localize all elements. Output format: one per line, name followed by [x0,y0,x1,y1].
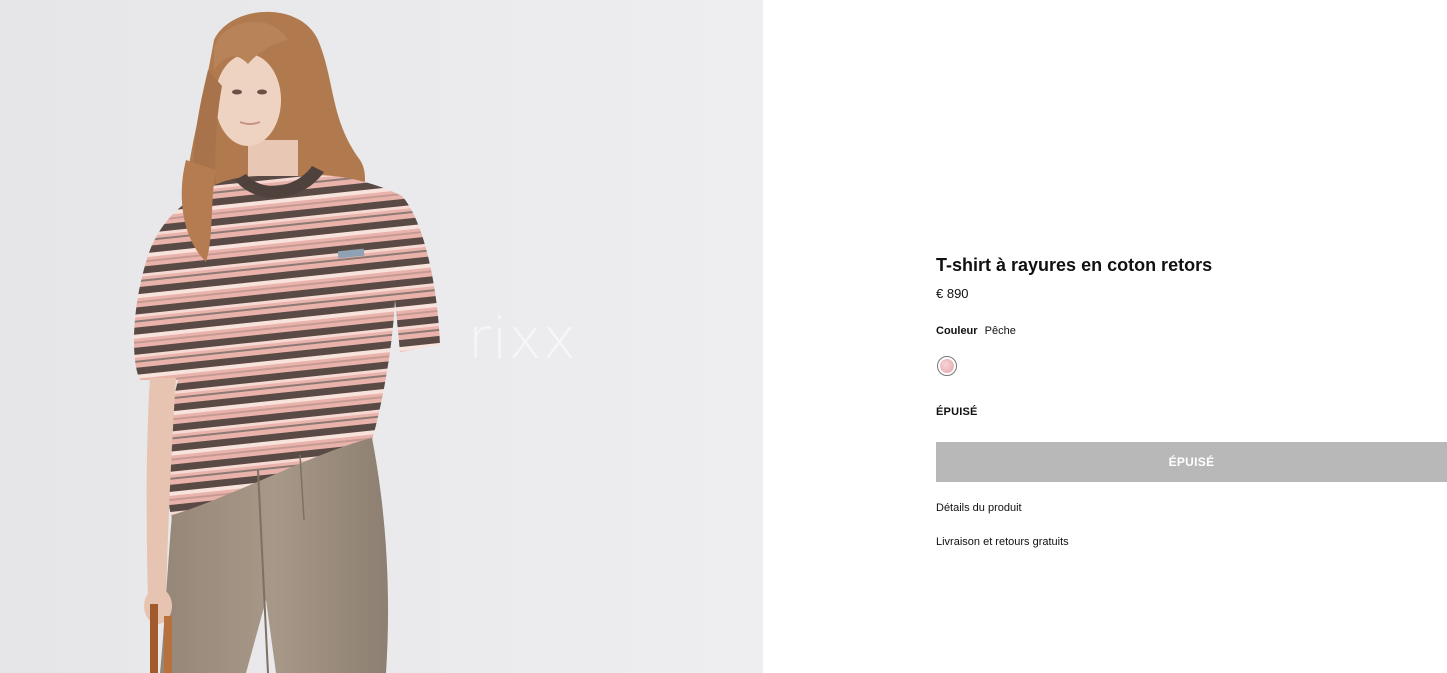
product-details-link[interactable]: Détails du produit [936,502,1022,514]
product-image[interactable]: rixx [0,0,763,673]
product-page: rixx T-shirt à rayures en coton retors €… [0,0,1447,673]
color-swatch-peche[interactable] [937,356,957,376]
color-label: Couleur [936,325,978,337]
sold-out-button[interactable]: ÉPUISÉ [936,442,1447,482]
watermark-text: rixx [468,307,577,372]
delivery-returns-link[interactable]: Livraison et retours gratuits [936,536,1069,548]
model-photo [0,0,763,673]
color-row: Couleur Pêche [936,325,1016,337]
color-value: Pêche [984,325,1016,337]
swatch-fill [940,359,954,373]
product-title: T-shirt à rayures en coton retors [936,255,1213,275]
product-info-panel: T-shirt à rayures en coton retors € 890 … [936,0,1447,673]
stock-status: ÉPUISÉ [936,406,978,418]
product-price: € 890 [936,286,969,301]
